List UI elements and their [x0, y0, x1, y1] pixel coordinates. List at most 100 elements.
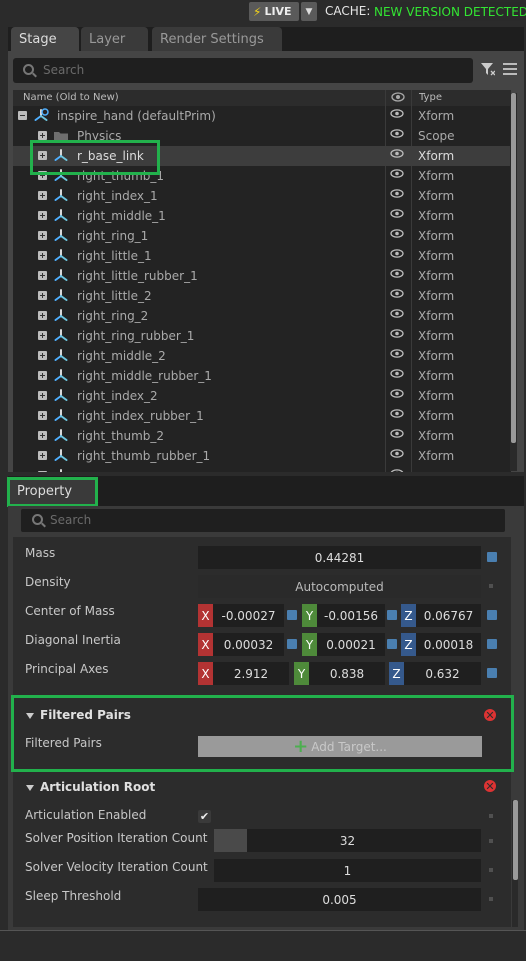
tree-item[interactable]: right_ring_2 Xform	[13, 306, 511, 326]
tab-layer[interactable]: Layer	[81, 27, 148, 51]
visibility-eye-icon[interactable]	[390, 349, 404, 358]
tree-item-type: Xform	[418, 309, 455, 323]
mass-field[interactable]: 0.44281	[198, 546, 481, 569]
inertia-x-override-indicator[interactable]	[287, 639, 297, 649]
solver-velocity-field[interactable]: 1	[214, 859, 481, 882]
expand-toggle-icon[interactable]	[38, 451, 47, 460]
tree-item[interactable]: right_ring_rubber_1 Xform	[13, 326, 511, 346]
com-x-override-indicator[interactable]	[287, 610, 297, 620]
axes-x-field[interactable]: 2.912	[213, 662, 289, 685]
expand-toggle-icon[interactable]	[38, 271, 47, 280]
expand-toggle-icon[interactable]	[38, 371, 47, 380]
expand-toggle-icon[interactable]	[38, 211, 47, 220]
expand-toggle-icon[interactable]	[38, 311, 47, 320]
tree-item[interactable]: right_middle_2 Xform	[13, 346, 511, 366]
visibility-eye-icon[interactable]	[390, 289, 404, 298]
visibility-header-eye-icon[interactable]	[391, 91, 405, 103]
visibility-eye-icon[interactable]	[390, 109, 404, 118]
visibility-eye-icon[interactable]	[390, 329, 404, 338]
default-indicator	[489, 839, 493, 843]
expand-toggle-icon[interactable]	[38, 331, 47, 340]
visibility-eye-icon[interactable]	[390, 249, 404, 258]
tree-item[interactable]: right_index_2 Xform	[13, 386, 511, 406]
expand-toggle-icon[interactable]	[38, 131, 47, 140]
com-x-field[interactable]: -0.00027	[213, 604, 284, 627]
visibility-eye-icon[interactable]	[390, 449, 404, 458]
tree-item[interactable]: right_middle_1 Xform	[13, 206, 511, 226]
live-button[interactable]: ⚡ LIVE	[249, 2, 299, 21]
visibility-eye-icon[interactable]	[390, 229, 404, 238]
visibility-eye-icon[interactable]	[390, 429, 404, 438]
property-scrollbar-thumb[interactable]	[513, 800, 518, 880]
inertia-y-override-indicator[interactable]	[387, 639, 397, 649]
tab-stage[interactable]: Stage	[11, 27, 79, 51]
tree-item[interactable]: right_ring_1 Xform	[13, 226, 511, 246]
visibility-eye-icon[interactable]	[390, 169, 404, 178]
tree-item[interactable]: right_thumb_2 Xform	[13, 426, 511, 446]
expand-toggle-icon[interactable]	[38, 411, 47, 420]
tree-item[interactable]: right_little_1 Xform	[13, 246, 511, 266]
com-y-override-indicator[interactable]	[387, 610, 397, 620]
inertia-y-field[interactable]: 0.00021	[317, 633, 385, 656]
visibility-eye-icon[interactable]	[390, 149, 404, 158]
axes-override-indicator[interactable]	[487, 668, 497, 678]
density-field[interactable]: Autocomputed	[198, 575, 481, 598]
solver-position-field[interactable]: 32	[214, 829, 481, 852]
remove-articulation-root-close-icon[interactable]: ✕	[484, 780, 496, 792]
mass-label: Mass	[25, 546, 56, 560]
tree-item[interactable]: right_middle_rubber_1 Xform	[13, 366, 511, 386]
sleep-threshold-field[interactable]: 0.005	[198, 888, 481, 911]
inertia-z-override-indicator[interactable]	[487, 639, 497, 649]
visibility-eye-icon[interactable]	[390, 309, 404, 318]
articulation-root-title[interactable]: Articulation Root	[40, 780, 155, 794]
articulation-enabled-checkbox[interactable]: ✔	[198, 810, 211, 823]
inertia-z-field[interactable]: 0.00018	[416, 633, 481, 656]
tree-scrollbar-thumb[interactable]	[511, 93, 516, 443]
com-y-field[interactable]: -0.00156	[317, 604, 385, 627]
stage-search-input[interactable]: Search	[13, 58, 473, 83]
tree-item[interactable]: right_thumb_rubber_1 Xform	[13, 446, 511, 466]
density-default-indicator	[489, 584, 493, 588]
inertia-x-field[interactable]: 0.00032	[213, 633, 284, 656]
visibility-eye-icon[interactable]	[390, 389, 404, 398]
tree-item[interactable]: right_index_1 Xform	[13, 186, 511, 206]
axes-z-field[interactable]: 0.632	[404, 662, 481, 685]
tab-render-settings[interactable]: Render Settings	[152, 27, 282, 51]
collapse-toggle-icon[interactable]	[18, 111, 27, 120]
solver-velocity-label: Solver Velocity Iteration Count	[25, 860, 208, 874]
tree-item-root[interactable]: inspire_hand (defaultPrim) Xform	[13, 106, 511, 126]
axes-y-axis-label: Y	[294, 662, 309, 685]
expand-toggle-icon[interactable]	[38, 191, 47, 200]
visibility-eye-icon[interactable]	[390, 369, 404, 378]
column-name-header[interactable]: Name (Old to New)	[23, 92, 119, 103]
expand-toggle-icon[interactable]	[38, 471, 47, 472]
tree-item[interactable]	[13, 466, 511, 472]
expand-toggle-icon[interactable]	[38, 391, 47, 400]
axes-y-field[interactable]: 0.838	[309, 662, 385, 685]
visibility-eye-icon[interactable]	[390, 409, 404, 418]
tree-item[interactable]: right_little_2 Xform	[13, 286, 511, 306]
xform-icon	[54, 429, 68, 441]
visibility-eye-icon[interactable]	[390, 469, 404, 472]
tree-item[interactable]: right_little_rubber_1 Xform	[13, 266, 511, 286]
expand-toggle-icon[interactable]	[38, 231, 47, 240]
expand-toggle-icon[interactable]	[38, 431, 47, 440]
hamburger-menu-icon[interactable]	[503, 63, 517, 75]
column-type-header[interactable]: Type	[419, 92, 442, 103]
visibility-eye-icon[interactable]	[390, 209, 404, 218]
property-search-input[interactable]: Search	[21, 509, 505, 532]
visibility-eye-icon[interactable]	[390, 269, 404, 278]
com-z-override-indicator[interactable]	[487, 610, 497, 620]
expand-toggle-icon[interactable]	[38, 351, 47, 360]
collapse-triangle-icon[interactable]	[26, 785, 34, 791]
com-z-field[interactable]: 0.06767	[416, 604, 481, 627]
visibility-eye-icon[interactable]	[390, 129, 404, 138]
expand-toggle-icon[interactable]	[38, 291, 47, 300]
expand-toggle-icon[interactable]	[38, 251, 47, 260]
filter-icon[interactable]	[481, 62, 495, 76]
cache-status-badge[interactable]: NEW VERSION DETECTED	[370, 2, 526, 21]
mass-override-indicator[interactable]	[487, 552, 497, 562]
live-dropdown-chevron-icon[interactable]: ▼	[301, 2, 317, 21]
tree-item[interactable]: right_index_rubber_1 Xform	[13, 406, 511, 426]
visibility-eye-icon[interactable]	[390, 189, 404, 198]
